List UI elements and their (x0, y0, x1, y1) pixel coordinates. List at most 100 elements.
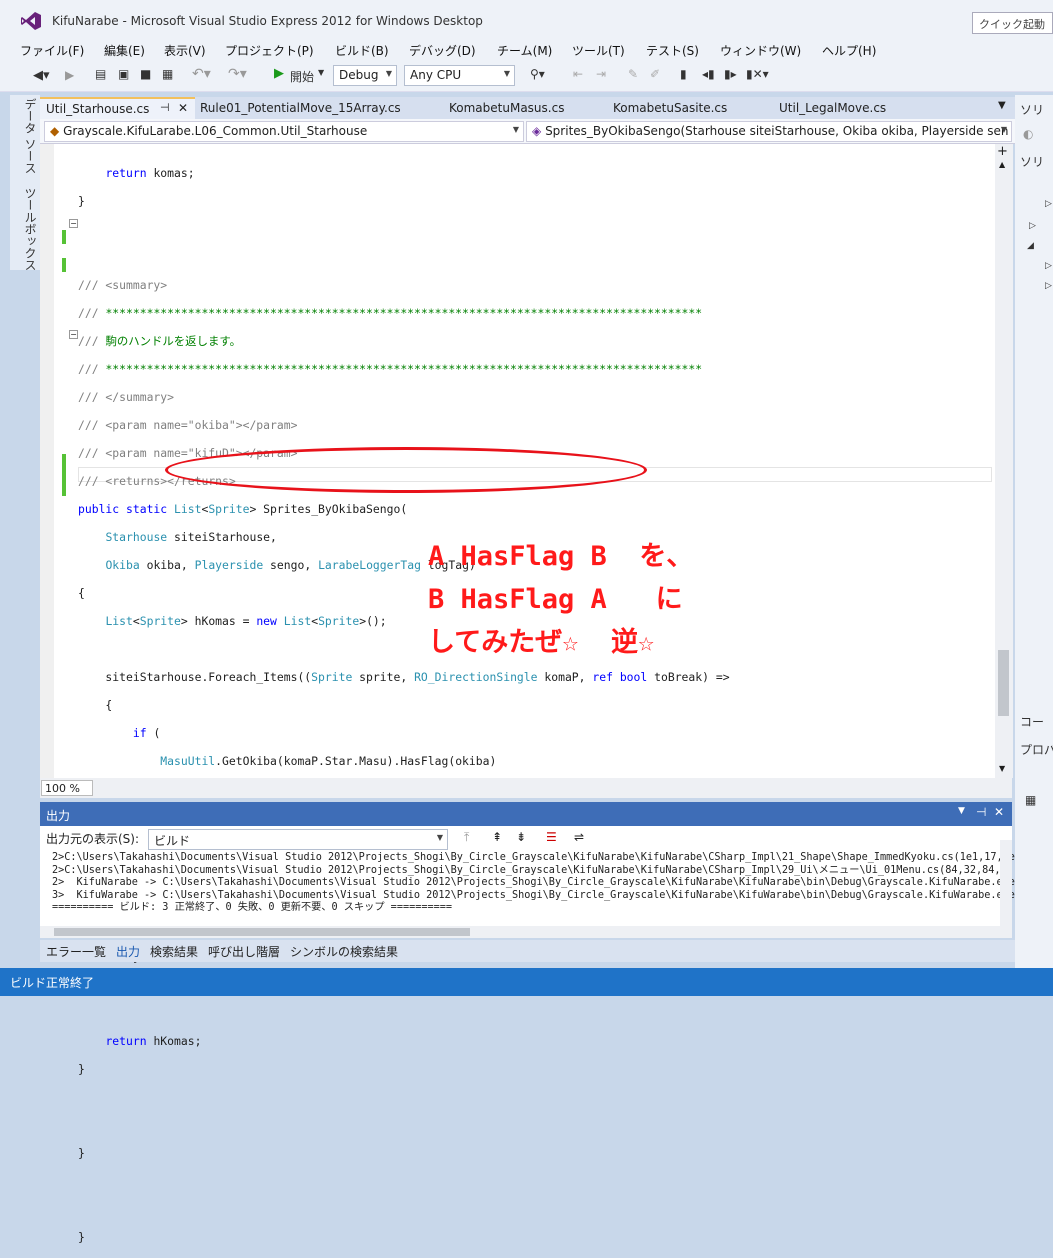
save-icon[interactable]: ■ (140, 67, 151, 81)
visual-studio-logo-icon (21, 12, 41, 30)
redo-icon[interactable]: ↷▾ (228, 66, 247, 82)
scroll-thumb[interactable] (54, 928, 470, 936)
config-select[interactable]: Debug ▼ (333, 65, 397, 86)
method-icon: ◈ (532, 124, 542, 138)
navigation-bar: ◆ Grayscale.KifuLarabe.L06_Common.Util_S… (40, 119, 1015, 144)
categorized-icon[interactable]: ▦ (1025, 793, 1036, 807)
output-horizontal-scrollbar[interactable] (40, 926, 1012, 938)
chevron-down-icon: ▼ (512, 125, 519, 134)
quick-launch-input[interactable]: クイック起動 (972, 12, 1053, 34)
tab-output[interactable]: 出力 (116, 943, 140, 960)
menu-test[interactable]: テスト(S) (646, 42, 699, 59)
indent-icon[interactable]: ⇤ (573, 67, 583, 81)
find-message-icon[interactable]: ⤒ (464, 830, 469, 845)
undo-icon[interactable]: ↶▾ (192, 66, 211, 82)
tree-expand-icon[interactable]: ▷ (1045, 281, 1052, 291)
menu-view[interactable]: 表示(V) (164, 42, 206, 59)
clear-all-icon[interactable]: ☰ (546, 830, 557, 844)
next-message-icon[interactable]: ⇟ (516, 830, 526, 844)
change-marker (62, 454, 66, 496)
tree-expand-icon[interactable]: ▷ (1045, 261, 1052, 271)
tab-komabetumasus[interactable]: KomabetuMasus.cs (449, 101, 564, 115)
outdent-icon[interactable]: ⇥ (596, 67, 606, 81)
menu-debug[interactable]: デバッグ(D) (409, 42, 476, 59)
find-in-files-icon[interactable]: ⚲▾ (530, 67, 545, 81)
platform-select[interactable]: Any CPU ▼ (404, 65, 515, 86)
menu-edit[interactable]: 編集(E) (104, 42, 145, 59)
output-line: 2>C:\Users\Takahashi\Documents\Visual St… (52, 852, 1028, 863)
data-sources-tab[interactable]: データ ソース (22, 98, 39, 174)
tab-call-hierarchy[interactable]: 呼び出し階層 (208, 943, 280, 960)
chevron-down-icon: ▼ (503, 69, 510, 78)
new-project-icon[interactable]: ▤ (95, 67, 106, 81)
tab-find-results[interactable]: 検索結果 (150, 943, 198, 960)
zoom-bar (40, 778, 1012, 798)
comment-icon[interactable]: ✎ (628, 67, 638, 81)
tab-symbol-results[interactable]: シンボルの検索結果 (290, 943, 398, 960)
dropdown-icon[interactable]: ▼ (958, 806, 965, 816)
menu-file[interactable]: ファイル(F) (20, 42, 84, 59)
output-line: 2> KifuNarabe -> C:\Users\Takahashi\Docu… (52, 877, 1015, 888)
scroll-down-icon[interactable]: ▼ (999, 764, 1005, 773)
solution-explorer-title[interactable]: ソリ (1020, 101, 1044, 118)
menu-help[interactable]: ヘルプ(H) (822, 42, 876, 59)
platform-value: Any CPU (410, 68, 462, 82)
chevron-down-icon: ▼ (385, 69, 392, 78)
tab-util-starhouse[interactable]: Util_Starhouse.cs ⊣ ✕ (40, 97, 195, 119)
prev-bookmark-icon[interactable]: ◂▮ (702, 67, 715, 81)
forward-icon[interactable]: ▶ (65, 68, 74, 82)
prev-message-icon[interactable]: ⇞ (492, 830, 502, 844)
output-line: 3> KifuWarabe -> C:\Users\Takahashi\Docu… (52, 889, 1015, 901)
output-source-select[interactable]: ビルド ▼ (148, 829, 448, 850)
tab-rule01-potentialmove[interactable]: Rule01_PotentialMove_15Array.cs (200, 101, 401, 115)
menu-team[interactable]: チーム(M) (497, 42, 552, 59)
menu-build[interactable]: ビルド(B) (335, 42, 389, 59)
tab-util-legalmove[interactable]: Util_LegalMove.cs (779, 101, 886, 115)
open-file-icon[interactable]: ▣ (118, 67, 129, 81)
member-value: Sprites_ByOkibaSengo(Starhouse siteiStar… (545, 124, 1009, 138)
solution-search[interactable]: ソリ (1020, 153, 1044, 170)
menu-window[interactable]: ウィンドウ(W) (720, 42, 801, 59)
home-icon[interactable]: ◐ (1023, 127, 1033, 141)
start-icon[interactable]: ▶ (274, 66, 284, 81)
save-all-icon[interactable]: ▦ (162, 67, 173, 81)
start-dropdown-icon[interactable]: ▼ (318, 68, 324, 77)
uncomment-icon[interactable]: ✐ (650, 67, 660, 81)
tab-komabetusasite[interactable]: KomabetuSasite.cs (613, 101, 727, 115)
close-icon[interactable]: ✕ (994, 805, 1004, 819)
collapse-icon[interactable]: − (69, 330, 78, 339)
annotation-ellipse (165, 447, 647, 493)
clear-bookmarks-icon[interactable]: ▮✕▾ (746, 67, 769, 81)
zoom-select[interactable]: 100 % (41, 780, 93, 796)
type-scope-select[interactable]: ◆ Grayscale.KifuLarabe.L06_Common.Util_S… (44, 121, 524, 142)
collapse-icon[interactable]: − (69, 219, 78, 228)
tab-error-list[interactable]: エラー一覧 (46, 943, 106, 960)
pin-icon[interactable]: ⊣ (160, 101, 170, 114)
member-select[interactable]: ◈ Sprites_ByOkibaSengo(Starhouse siteiSt… (526, 121, 1012, 142)
back-icon[interactable]: ◀▾ (33, 68, 50, 83)
output-line: ========== ビルド: 3 正常終了、0 失敗、0 更新不要、0 スキッ… (52, 902, 453, 913)
scroll-thumb[interactable] (998, 650, 1009, 716)
scroll-up-icon[interactable]: ▲ (999, 160, 1005, 169)
change-marker (62, 258, 66, 272)
type-scope-value: Grayscale.KifuLarabe.L06_Common.Util_Sta… (63, 124, 368, 138)
pin-icon[interactable]: ⊣ (976, 805, 986, 819)
output-source-value: ビルド (154, 834, 191, 848)
tab-overflow-icon[interactable]: ▼ (998, 100, 1006, 111)
tree-expand-icon[interactable]: ▷ (1045, 199, 1052, 209)
output-vertical-scrollbar[interactable] (1000, 840, 1012, 926)
start-button[interactable]: 開始 (290, 68, 314, 85)
tree-collapse-icon[interactable]: ◢ (1027, 241, 1034, 251)
split-icon[interactable]: + (997, 144, 1008, 159)
bookmark-icon[interactable]: ▮ (680, 67, 687, 81)
word-wrap-icon[interactable]: ⇌ (574, 830, 584, 844)
tree-expand-icon[interactable]: ▷ (1029, 221, 1036, 231)
menu-tools[interactable]: ツール(T) (572, 42, 625, 59)
code-definition-tab[interactable]: コー (1020, 713, 1044, 730)
bottom-tool-tabs: エラー一覧 出力 検索結果 呼び出し階層 シンボルの検索結果 (40, 940, 1015, 962)
properties-title[interactable]: プロパ (1020, 741, 1053, 758)
menu-project[interactable]: プロジェクト(P) (225, 42, 314, 59)
close-icon[interactable]: ✕ (178, 101, 188, 115)
next-bookmark-icon[interactable]: ▮▸ (724, 67, 737, 81)
toolbox-tab[interactable]: ツールボックス (22, 187, 39, 271)
